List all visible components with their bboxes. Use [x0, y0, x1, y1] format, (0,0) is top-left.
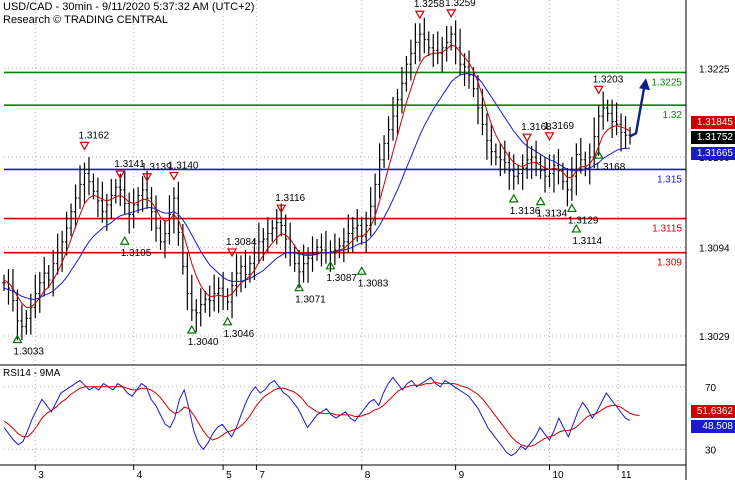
price-annotations: 1.30331.31621.31411.31051.31391.31401.30… [12, 0, 626, 358]
up-marker [356, 266, 367, 275]
up-marker [508, 193, 519, 203]
low-annotation: 1.3046 [224, 329, 255, 340]
up-marker [222, 316, 233, 326]
level-label: 1.315 [657, 174, 682, 185]
price-tick-label: 1.3225 [699, 64, 730, 75]
time-tick-label: 11 [621, 470, 632, 480]
low-annotation: 1.3129 [568, 215, 599, 226]
low-annotation: 1.3168 [595, 162, 626, 173]
up-marker [186, 324, 197, 334]
low-annotation: 1.3071 [295, 295, 326, 306]
down-marker [522, 133, 533, 143]
price-tick-label: 1.3029 [699, 332, 730, 343]
time-tick-label: 7 [259, 470, 265, 480]
low-annotation: 1.3105 [121, 248, 152, 259]
low-annotation: 1.3134 [537, 209, 568, 220]
down-marker [446, 9, 457, 19]
forecast-arrowhead [639, 78, 650, 91]
up-marker [535, 196, 546, 206]
price-badge-ma-fast: 1.31845 [691, 115, 735, 129]
chart-source: Research © TRADING CENTRAL [3, 14, 168, 26]
level-label: 1.3225 [651, 77, 682, 88]
high-annotation: 1.3140 [168, 160, 199, 171]
low-annotation: 1.3040 [188, 337, 219, 348]
low-annotation: 1.3033 [13, 347, 44, 358]
price-badge-ma-slow: 1.31665 [691, 147, 735, 161]
high-annotation: 1.3116 [275, 193, 305, 204]
grid-lines [4, 0, 686, 465]
ma-fast-line [3, 44, 631, 308]
time-tick-label: 4 [137, 470, 143, 480]
up-marker [566, 203, 577, 213]
down-marker [414, 10, 425, 20]
rsi-badge-value: 48.508 [691, 420, 735, 434]
down-marker [168, 171, 179, 181]
time-tick-label: 10 [553, 470, 565, 480]
time-tick-label: 9 [459, 470, 465, 480]
low-annotation: 1.3114 [572, 236, 602, 247]
high-annotation: 1.3162 [78, 130, 109, 141]
high-annotation: 1.3084 [226, 237, 257, 248]
high-annotation: 1.3203 [593, 74, 624, 85]
chart-title: USD/CAD - 30min - 9/11/2020 5:37:32 AM (… [3, 1, 255, 13]
high-annotation: 1.3259 [445, 0, 476, 9]
level-label: 1.309 [657, 258, 682, 269]
low-annotation: 1.3087 [326, 273, 357, 284]
down-marker [593, 85, 604, 95]
chart-canvas: 1.3225 1.32 1.315 1.3115 1.309 1.3033 1.3162 1… [0, 0, 730, 480]
forecast-arrow-line [629, 88, 646, 138]
up-marker [119, 236, 130, 245]
high-annotation: 1.3169 [544, 121, 575, 132]
rsi-tick-label: 30 [705, 445, 717, 456]
rsi-panel [3, 376, 640, 457]
level-label: 1.3115 [652, 224, 682, 235]
price-badge-last: 1.31752 [691, 131, 735, 145]
price-bars [2, 17, 632, 341]
level-label: 1.32 [663, 110, 683, 121]
time-tick-label: 3 [38, 470, 44, 480]
time-tick-label: 5 [226, 470, 232, 480]
high-annotation: 1.3258 [414, 0, 445, 10]
price-tick-label: 1.3094 [699, 243, 730, 254]
rsi-title: RSI14 - 9MA [3, 368, 61, 379]
rsi-tick-label: 70 [705, 383, 717, 394]
rsi-badge-ma: 51.6362 [691, 404, 735, 418]
rsi-ma-line [3, 381, 640, 447]
down-marker [79, 141, 90, 151]
time-tick-label: 8 [365, 470, 371, 480]
low-annotation: 1.3083 [358, 278, 389, 289]
